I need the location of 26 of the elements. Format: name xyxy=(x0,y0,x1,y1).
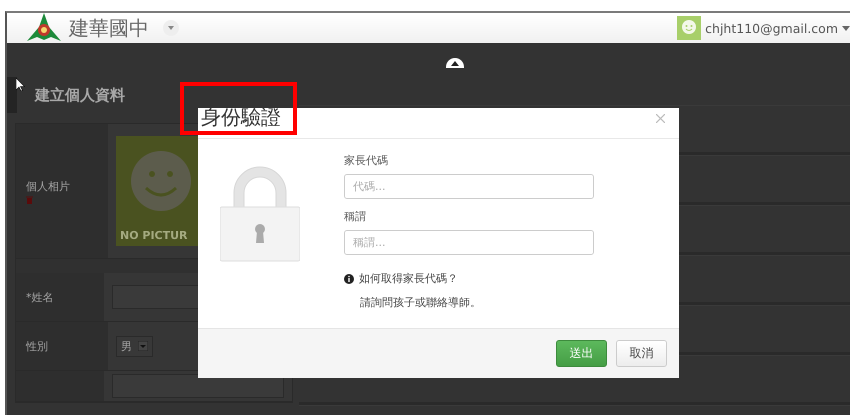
info-icon xyxy=(344,274,354,284)
field-label: 個人相片 xyxy=(26,178,71,194)
dialog-title: 身份驗證 xyxy=(201,104,281,131)
field-label: 家長代碼 xyxy=(344,153,389,168)
dropdown-arrow-icon xyxy=(138,341,148,351)
school-name: 建華國中 xyxy=(69,14,149,42)
section-accent-bar xyxy=(7,77,17,113)
padlock-icon xyxy=(220,165,300,263)
caret-icon xyxy=(168,26,174,30)
mouse-cursor-icon xyxy=(16,78,25,91)
select-field[interactable]: 男 xyxy=(116,336,153,356)
placeholder-text: NO PICTUR xyxy=(120,229,188,242)
caret-icon[interactable] xyxy=(842,26,850,30)
field-label: *姓名 xyxy=(26,290,54,304)
cancel-button[interactable]: 取消 xyxy=(616,340,667,367)
field-label: 性別 xyxy=(26,338,49,354)
help-text: 請詢問孩子或聯絡導師。 xyxy=(360,295,482,310)
field-label: 稱謂 xyxy=(344,209,367,224)
help-question: 如何取得家長代碼？ xyxy=(359,271,458,286)
smiley-face-drawing xyxy=(131,151,191,211)
smiley-avatar-icon xyxy=(677,16,702,40)
user-email[interactable]: chjht110@gmail.com xyxy=(705,20,838,36)
school-logo xyxy=(27,13,61,43)
section-title: 建立個人資料 xyxy=(35,86,125,104)
dropdown-button[interactable] xyxy=(163,20,179,36)
chevron-up-icon xyxy=(451,60,459,66)
